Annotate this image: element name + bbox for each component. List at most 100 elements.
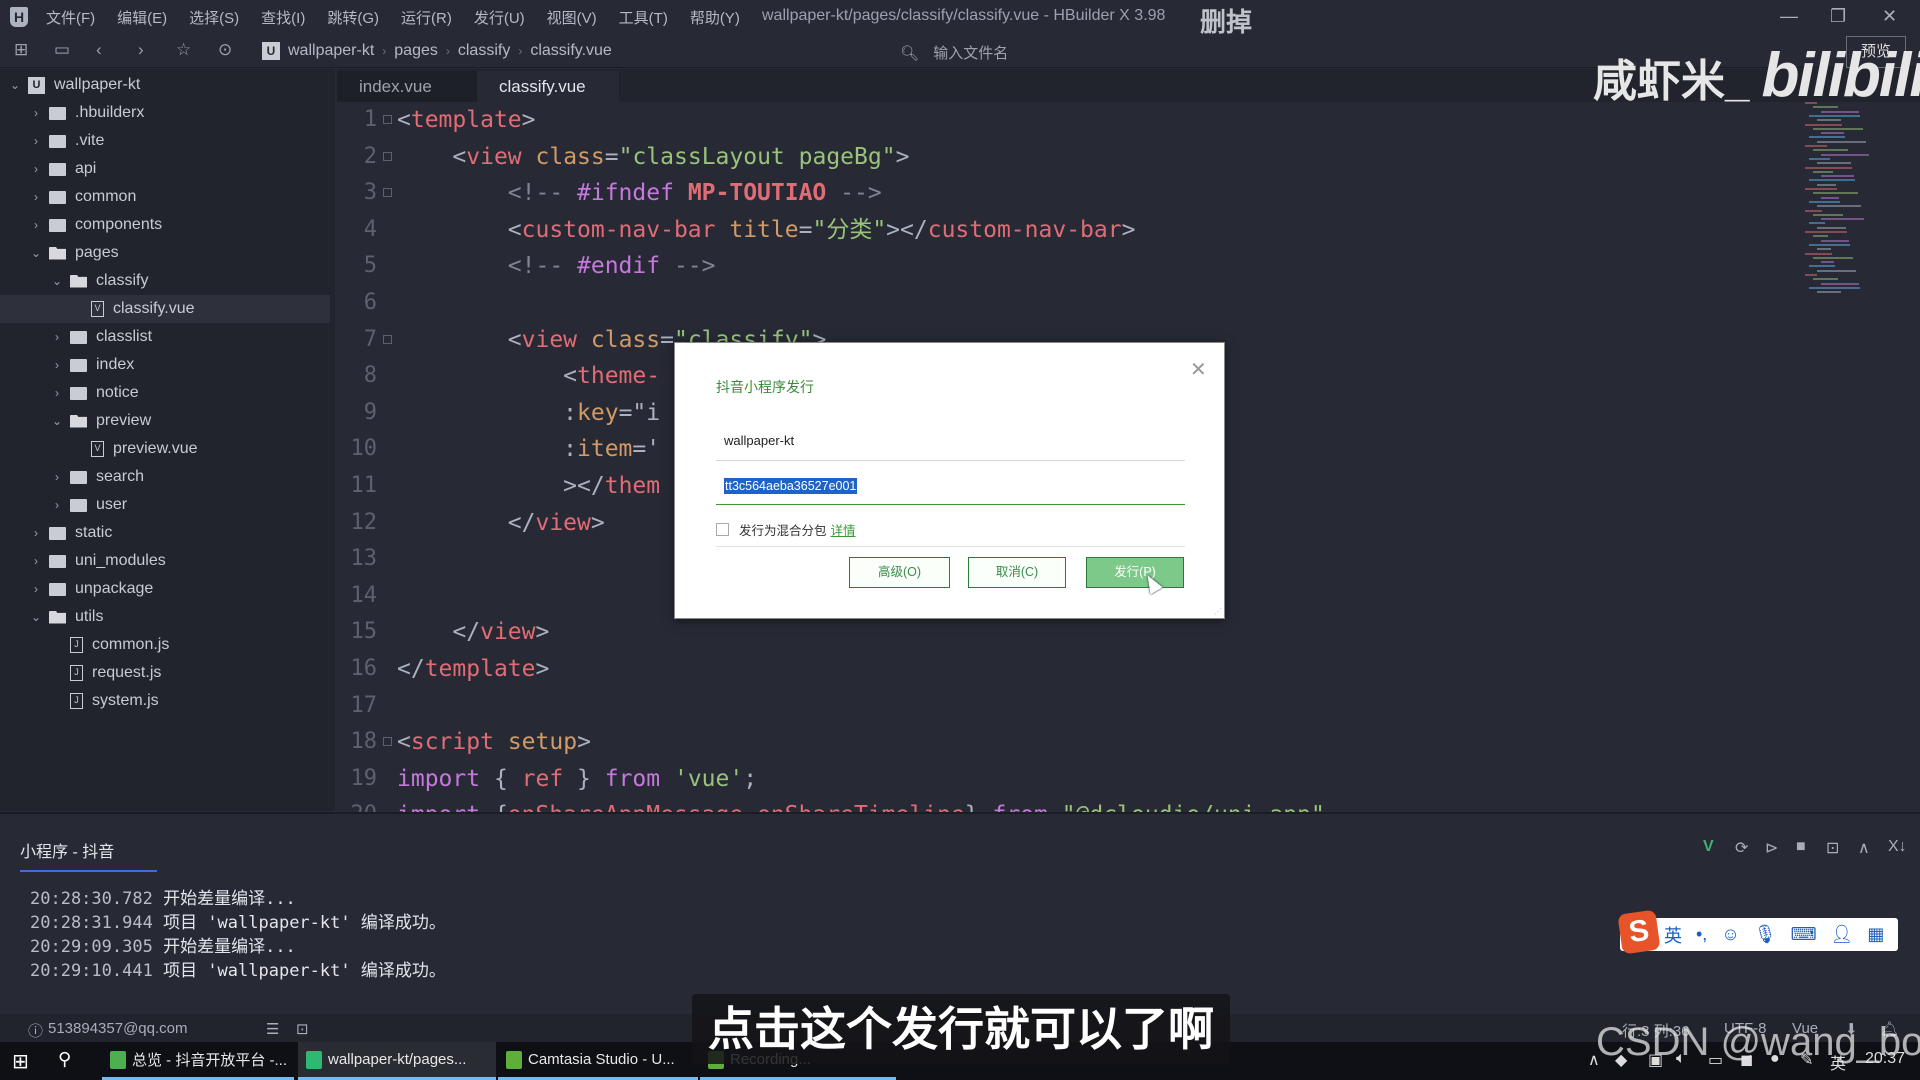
- run-icon[interactable]: ⊙: [218, 40, 232, 60]
- chevron-right-icon[interactable]: ›: [29, 582, 43, 596]
- chevron-right-icon[interactable]: ›: [29, 106, 43, 120]
- menu-item[interactable]: 跳转(G): [327, 7, 379, 28]
- save-icon[interactable]: ▭: [54, 40, 70, 60]
- forward-icon[interactable]: ›: [138, 40, 144, 60]
- details-link[interactable]: 详情: [831, 520, 856, 539]
- microphone-icon[interactable]: 🎙︎: [1754, 924, 1777, 945]
- publish-button[interactable]: 发行(P): [1086, 557, 1184, 588]
- resize-grip-icon[interactable]: ⋰: [1214, 607, 1222, 616]
- chevron-right-icon[interactable]: ›: [50, 330, 64, 344]
- emoji-icon[interactable]: ☺: [1721, 924, 1739, 945]
- menu-item[interactable]: 编辑(E): [117, 7, 167, 28]
- chevron-down-icon[interactable]: ⌄: [50, 274, 64, 288]
- clear-console-icon[interactable]: X↓: [1888, 838, 1907, 856]
- menu-item[interactable]: 查找(I): [261, 7, 305, 28]
- grid-menu-icon[interactable]: ▦: [1867, 924, 1884, 945]
- fold-toggle-icon[interactable]: [383, 334, 392, 344]
- chevron-right-icon[interactable]: ›: [50, 358, 64, 372]
- tree-item[interactable]: ⌄ classify: [0, 267, 330, 295]
- menu-item[interactable]: 运行(R): [401, 7, 452, 28]
- windows-start-icon[interactable]: ⊞: [12, 1049, 29, 1074]
- ime-toolbar[interactable]: S 英 •, ☺ 🎙︎ ⌨ 👤︎ ▦: [1617, 909, 1898, 955]
- close-window-button[interactable]: ✕: [1882, 6, 1897, 27]
- console-tab[interactable]: 小程序 - 抖音: [20, 838, 157, 872]
- tree-item[interactable]: › common: [0, 183, 330, 211]
- close-icon[interactable]: ✕: [1190, 357, 1207, 382]
- punctuation-icon[interactable]: •,: [1696, 924, 1707, 945]
- chevron-right-icon[interactable]: ›: [50, 470, 64, 484]
- search-icon[interactable]: ⚲: [58, 1049, 71, 1070]
- tree-item[interactable]: ⌄ utils: [0, 603, 330, 631]
- maximize-panel-icon[interactable]: ∧: [1858, 838, 1870, 858]
- advanced-button[interactable]: 高级(O): [849, 557, 950, 588]
- new-file-icon[interactable]: ⊞: [14, 40, 28, 60]
- tree-item[interactable]: Vpreview.vue: [0, 435, 330, 463]
- user-icon[interactable]: 👤︎: [1831, 924, 1854, 945]
- chevron-right-icon[interactable]: ›: [29, 218, 43, 232]
- chevron-right-icon[interactable]: ›: [29, 554, 43, 568]
- favorite-icon[interactable]: ☆: [176, 40, 191, 60]
- tree-item[interactable]: ⌄ pages: [0, 239, 330, 267]
- tree-item[interactable]: › .hbuilderx: [0, 99, 330, 127]
- tree-item[interactable]: ⌄ preview: [0, 407, 330, 435]
- chevron-down-icon[interactable]: ⌄: [29, 610, 43, 624]
- tree-item[interactable]: › api: [0, 155, 330, 183]
- chevron-right-icon[interactable]: ›: [50, 386, 64, 400]
- menu-item[interactable]: 视图(V): [547, 7, 597, 28]
- tab-index-vue[interactable]: index.vue: [337, 71, 477, 102]
- chevron-right-icon[interactable]: ›: [50, 498, 64, 512]
- tree-item[interactable]: › index: [0, 351, 330, 379]
- keyboard-icon[interactable]: ⌨: [1791, 924, 1817, 945]
- menu-item[interactable]: 选择(S): [189, 7, 239, 28]
- tree-item[interactable]: Jcommon.js: [0, 631, 330, 659]
- fold-toggle-icon[interactable]: [383, 188, 392, 198]
- tree-item[interactable]: › uni_modules: [0, 547, 330, 575]
- chevron-right-icon[interactable]: ›: [29, 134, 43, 148]
- minimap[interactable]: [1805, 102, 1915, 302]
- tree-item[interactable]: › unpackage: [0, 575, 330, 603]
- cancel-button[interactable]: 取消(C): [968, 557, 1066, 588]
- tree-item[interactable]: › components: [0, 211, 330, 239]
- stop-icon[interactable]: ■: [1796, 838, 1806, 856]
- breadcrumb-item[interactable]: wallpaper-kt: [288, 42, 374, 60]
- menu-item[interactable]: 文件(F): [46, 7, 95, 28]
- tree-item[interactable]: › user: [0, 491, 330, 519]
- menu-item[interactable]: 帮助(Y): [690, 7, 740, 28]
- appid-field[interactable]: tt3c564aeba36527e001: [716, 471, 1185, 505]
- chevron-right-icon[interactable]: ›: [29, 162, 43, 176]
- breadcrumb-item[interactable]: classify.vue: [530, 42, 612, 60]
- tree-item[interactable]: Jrequest.js: [0, 659, 330, 687]
- breadcrumb-item[interactable]: classify: [458, 42, 510, 60]
- back-icon[interactable]: ‹: [96, 40, 102, 60]
- tree-item[interactable]: Vclassify.vue: [0, 295, 330, 323]
- tree-item[interactable]: Jsystem.js: [0, 687, 330, 715]
- ime-lang[interactable]: 英: [1664, 922, 1682, 948]
- tree-item[interactable]: › .vite: [0, 127, 330, 155]
- rerun-icon[interactable]: ⊳: [1765, 838, 1778, 858]
- taskbar-item[interactable]: Camtasia Studio - U...: [498, 1042, 698, 1080]
- chevron-down-icon[interactable]: ⌄: [50, 414, 64, 428]
- account-email[interactable]: 513894357@qq.com: [48, 1020, 188, 1037]
- tree-item[interactable]: › classlist: [0, 323, 330, 351]
- minimize-button[interactable]: —: [1780, 6, 1798, 27]
- taskbar-item[interactable]: 总览 - 抖音开放平台 -...: [102, 1042, 294, 1080]
- breadcrumb-item[interactable]: pages: [394, 42, 438, 60]
- tab-classify-vue[interactable]: classify.vue: [477, 71, 619, 102]
- taskbar-item[interactable]: wallpaper-kt/pages...: [298, 1042, 496, 1080]
- tree-item[interactable]: › notice: [0, 379, 330, 407]
- fold-toggle-icon[interactable]: [383, 115, 392, 124]
- chevron-down-icon[interactable]: ⌄: [29, 246, 43, 260]
- chevron-down-icon[interactable]: ⌄: [8, 78, 22, 92]
- new-terminal-icon[interactable]: ⊡: [1826, 838, 1839, 858]
- terminal-icon[interactable]: ⊡: [296, 1020, 309, 1038]
- vue-icon[interactable]: V: [1703, 838, 1714, 856]
- tree-item[interactable]: ⌄ Uwallpaper-kt: [0, 71, 330, 99]
- maximize-button[interactable]: ❐: [1830, 6, 1846, 27]
- chevron-right-icon[interactable]: ›: [29, 526, 43, 540]
- fold-toggle-icon[interactable]: [383, 151, 392, 161]
- outline-icon[interactable]: ☰: [266, 1020, 279, 1038]
- app-name-field[interactable]: wallpaper-kt: [716, 427, 1185, 461]
- restart-icon[interactable]: ⟳: [1735, 838, 1748, 858]
- tree-item[interactable]: › search: [0, 463, 330, 491]
- menu-item[interactable]: 发行(U): [474, 7, 525, 28]
